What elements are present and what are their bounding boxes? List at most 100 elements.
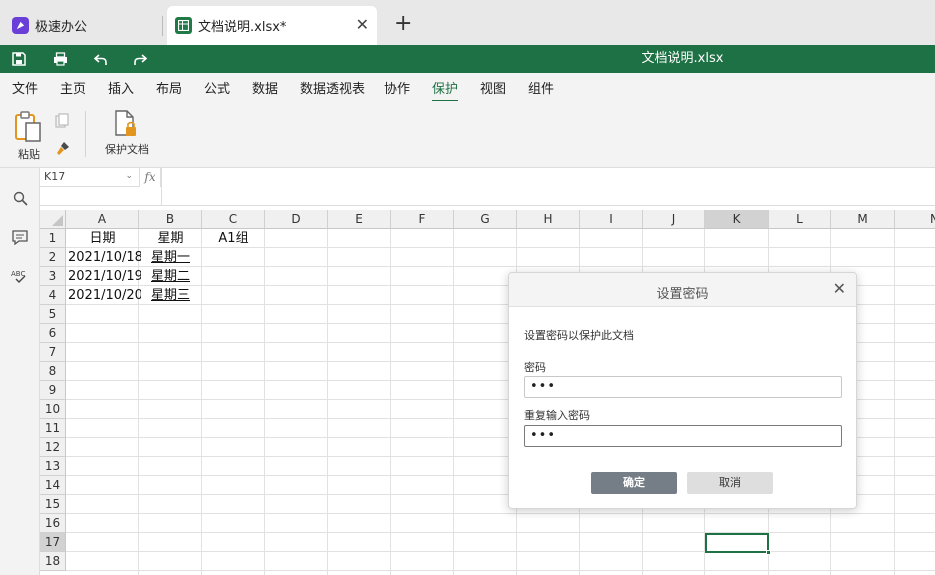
- grid-row-line: [66, 532, 935, 533]
- cell-a3[interactable]: 2021/10/19: [68, 267, 141, 286]
- cell-c1[interactable]: A1组: [202, 229, 265, 248]
- menu-components[interactable]: 组件: [528, 78, 554, 97]
- tab-document[interactable]: 文档说明.xlsx* ✕: [167, 6, 377, 45]
- close-icon[interactable]: ✕: [833, 281, 846, 297]
- password-field[interactable]: •••: [524, 376, 842, 398]
- browser-tab-bar: 极速办公 文档说明.xlsx* ✕ +: [0, 0, 935, 45]
- name-box-value: K17: [44, 170, 66, 183]
- menu-protect[interactable]: 保护: [432, 78, 459, 102]
- protect-document-label: 保护文档: [105, 143, 149, 156]
- grid-row-line: [66, 570, 935, 571]
- row-header-1[interactable]: 1: [40, 229, 66, 248]
- column-header-j[interactable]: J: [643, 210, 705, 229]
- menu-pivot-table[interactable]: 数据透视表: [300, 78, 365, 97]
- row-header-3[interactable]: 3: [40, 267, 66, 286]
- row-header-2[interactable]: 2: [40, 248, 66, 267]
- cell-b2[interactable]: 星期一: [139, 248, 202, 267]
- row-header-13[interactable]: 13: [40, 457, 66, 476]
- grid-column-line: [264, 229, 265, 575]
- row-header-5[interactable]: 5: [40, 305, 66, 324]
- redo-icon[interactable]: [126, 45, 154, 73]
- row-header-17[interactable]: 17: [40, 533, 66, 552]
- formula-divider: [161, 168, 162, 206]
- protect-document-icon[interactable]: [114, 110, 138, 142]
- close-tab-icon[interactable]: ✕: [356, 17, 369, 33]
- column-header-m[interactable]: M: [831, 210, 895, 229]
- new-tab-icon[interactable]: +: [394, 13, 412, 35]
- dialog-title: 设置密码: [656, 287, 709, 302]
- column-header-i[interactable]: I: [580, 210, 643, 229]
- active-cell-selection[interactable]: [705, 533, 769, 553]
- menu-collaborate[interactable]: 协作: [384, 78, 410, 97]
- save-icon[interactable]: [5, 45, 33, 73]
- dialog-header: 设置密码 ✕: [509, 273, 856, 307]
- format-painter-icon[interactable]: [55, 141, 70, 160]
- menu-formula[interactable]: 公式: [204, 78, 230, 97]
- select-all-corner[interactable]: [40, 210, 66, 229]
- menu-home[interactable]: 主页: [60, 78, 86, 97]
- column-header-f[interactable]: F: [391, 210, 454, 229]
- menu-insert[interactable]: 插入: [108, 78, 134, 97]
- name-box[interactable]: K17 ⌄: [40, 168, 140, 187]
- column-header-k[interactable]: K: [705, 210, 769, 229]
- tab-app-label: 极速办公: [35, 20, 88, 35]
- ribbon-divider: [85, 111, 86, 157]
- repeat-password-field[interactable]: •••: [524, 425, 842, 447]
- row-header-7[interactable]: 7: [40, 343, 66, 362]
- undo-icon[interactable]: [86, 45, 114, 73]
- tab-separator: [162, 16, 163, 36]
- menu-bar: 文件 主页 插入 布局 公式 数据 数据透视表 协作 保护 视图 组件: [0, 73, 935, 102]
- menu-file[interactable]: 文件: [12, 78, 38, 97]
- app-logo-icon: [12, 17, 29, 34]
- row-header-9[interactable]: 9: [40, 381, 66, 400]
- column-header-l[interactable]: L: [769, 210, 831, 229]
- row-header-18[interactable]: 18: [40, 552, 66, 571]
- set-password-dialog: 设置密码 ✕ 设置密码以保护此文档 密码 ••• 重复输入密码 ••• 确定 取…: [508, 272, 857, 509]
- row-header-4[interactable]: 4: [40, 286, 66, 305]
- column-header-d[interactable]: D: [265, 210, 328, 229]
- cancel-button[interactable]: 取消: [687, 472, 773, 494]
- search-icon[interactable]: [11, 189, 29, 207]
- grid-column-line: [327, 229, 328, 575]
- print-icon[interactable]: [46, 45, 74, 73]
- quick-access-bar: 文档说明.xlsx: [0, 45, 935, 73]
- function-icon[interactable]: fx: [140, 168, 161, 187]
- menu-layout[interactable]: 布局: [156, 78, 182, 97]
- spellcheck-icon[interactable]: ABC: [11, 267, 29, 285]
- tab-document-label: 文档说明.xlsx*: [198, 20, 287, 35]
- fill-handle[interactable]: [766, 550, 771, 555]
- column-header-a[interactable]: A: [66, 210, 139, 229]
- cell-a4[interactable]: 2021/10/20: [68, 286, 141, 305]
- cell-b4[interactable]: 星期三: [139, 286, 202, 305]
- dialog-description: 设置密码以保护此文档: [524, 329, 634, 342]
- ok-button[interactable]: 确定: [591, 472, 677, 494]
- comment-icon[interactable]: [11, 228, 29, 246]
- menu-view[interactable]: 视图: [480, 78, 506, 97]
- row-header-15[interactable]: 15: [40, 495, 66, 514]
- row-header-16[interactable]: 16: [40, 514, 66, 533]
- copy-icon[interactable]: [55, 113, 70, 132]
- cell-a2[interactable]: 2021/10/18: [68, 248, 141, 267]
- row-header-12[interactable]: 12: [40, 438, 66, 457]
- row-header-6[interactable]: 6: [40, 324, 66, 343]
- grid-row-line: [66, 513, 935, 514]
- menu-data[interactable]: 数据: [252, 78, 278, 97]
- column-header-b[interactable]: B: [139, 210, 202, 229]
- cell-b3[interactable]: 星期二: [139, 267, 202, 286]
- column-header-c[interactable]: C: [202, 210, 265, 229]
- chevron-down-icon[interactable]: ⌄: [125, 171, 133, 181]
- row-header-10[interactable]: 10: [40, 400, 66, 419]
- repeat-password-label: 重复输入密码: [524, 409, 590, 422]
- column-header-g[interactable]: G: [454, 210, 517, 229]
- paste-icon[interactable]: [14, 111, 42, 147]
- row-header-8[interactable]: 8: [40, 362, 66, 381]
- column-header-n[interactable]: N: [895, 210, 935, 229]
- row-header-14[interactable]: 14: [40, 476, 66, 495]
- formula-bar: K17 ⌄ fx: [40, 168, 935, 206]
- row-header-11[interactable]: 11: [40, 419, 66, 438]
- cell-a1[interactable]: 日期: [66, 229, 139, 248]
- cell-b1[interactable]: 星期: [139, 229, 202, 248]
- column-header-e[interactable]: E: [328, 210, 391, 229]
- tab-app[interactable]: 极速办公: [0, 6, 162, 45]
- column-header-h[interactable]: H: [517, 210, 580, 229]
